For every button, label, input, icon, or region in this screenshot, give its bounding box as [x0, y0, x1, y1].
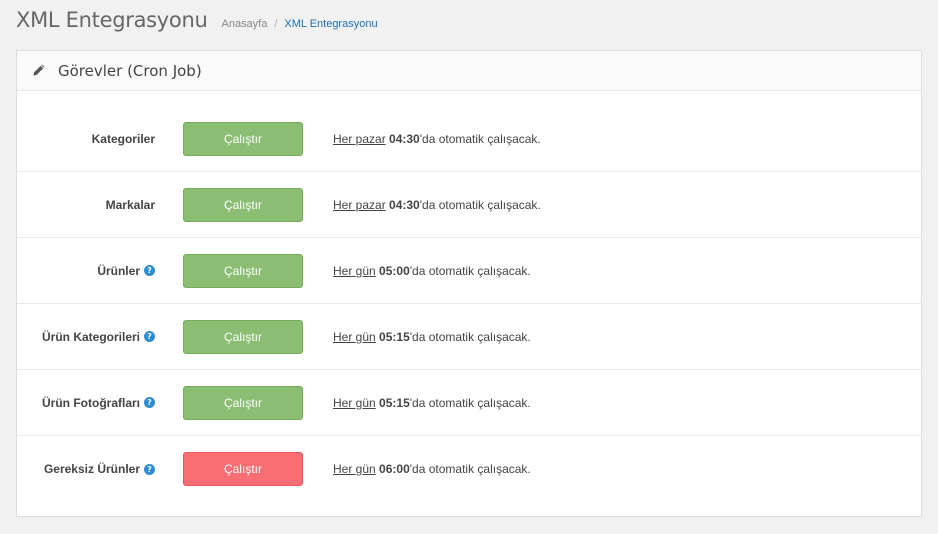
job-label-container: Markalar: [17, 198, 155, 212]
page-title: XML Entegrasyonu: [16, 8, 208, 32]
schedule-suffix: 'da otomatik çalışacak.: [409, 263, 531, 278]
job-row-categories: Kategoriler Çalıştır Her pazar 04:30'da ot…: [17, 106, 921, 172]
schedule-time: 05:15: [379, 329, 410, 344]
job-list: Kategoriler Çalıştır Her pazar 04:30'da ot…: [17, 91, 921, 502]
schedule-suffix: 'da otomatik çalışacak.: [409, 395, 531, 410]
run-button[interactable]: Çalıştır: [183, 452, 303, 486]
schedule-text: Her gün 05:00'da otomatik çalışacak.: [333, 264, 531, 278]
schedule-suffix: 'da otomatik çalışacak.: [409, 462, 531, 476]
schedule-time: 06:00: [379, 462, 410, 476]
schedule-text: Her pazar 04:30'da otomatik çalışacak.: [333, 132, 541, 146]
job-row-unnecessary-products: Gereksiz Ürünler? Çalıştır Her gün 06:00'd…: [17, 436, 921, 502]
breadcrumb: Anasayfa / XML Entegrasyonu: [221, 18, 377, 30]
run-button[interactable]: Çalıştır: [183, 121, 303, 156]
job-row-products: Ürünler? Çalıştır Her gün 05:00'da otomati…: [17, 238, 921, 304]
job-row-product-categories: Ürün Kategorileri? Çalıştır Her gün 05:15'…: [17, 304, 921, 370]
help-icon[interactable]: ?: [144, 463, 155, 475]
job-row-brands: Markalar Çalıştır Her pazar 04:30'da otoma…: [17, 172, 921, 238]
schedule-frequency-link[interactable]: Her pazar: [333, 198, 386, 212]
schedule-frequency-link[interactable]: Her gün: [333, 264, 376, 278]
job-label: Kategoriler: [91, 131, 155, 146]
schedule-text: Her gün 05:15'da otomatik çalışacak.: [333, 396, 531, 410]
schedule-text: Her pazar 04:30'da otomatik çalışacak.: [333, 198, 541, 212]
breadcrumb-separator: /: [274, 18, 278, 30]
schedule-suffix: 'da otomatik çalışacak.: [419, 131, 541, 146]
run-button[interactable]: Çalıştır: [183, 385, 303, 420]
schedule-frequency-link[interactable]: Her gün: [333, 462, 376, 476]
job-label-container: Ürün Kategorileri?: [17, 330, 155, 344]
job-row-product-photos: Ürün Fotoğrafları? Çalıştır Her gün 05:15'…: [17, 370, 921, 436]
help-icon[interactable]: ?: [144, 331, 155, 342]
schedule-text: Her gün 05:15'da otomatik çalışacak.: [333, 330, 531, 344]
help-icon[interactable]: ?: [144, 397, 155, 408]
run-button[interactable]: Çalıştır: [183, 253, 303, 288]
panel-heading: Görevler (Cron Job): [17, 51, 921, 91]
schedule-time: 04:30: [389, 131, 420, 146]
schedule-time: 05:15: [379, 395, 410, 410]
job-label-container: Gereksiz Ürünler?: [17, 462, 155, 476]
schedule-time: 04:30: [389, 197, 420, 212]
breadcrumb-current-link[interactable]: XML Entegrasyonu: [284, 18, 377, 30]
job-label: Markalar: [105, 197, 155, 212]
job-label-container: Kategoriler: [17, 132, 155, 146]
run-button[interactable]: Çalıştır: [183, 319, 303, 354]
job-label-container: Ürünler?: [17, 264, 155, 278]
schedule-frequency-link[interactable]: Her gün: [333, 330, 376, 344]
panel-title: Görevler (Cron Job): [58, 61, 202, 80]
job-label-container: Ürün Fotoğrafları?: [17, 396, 155, 410]
run-button[interactable]: Çalıştır: [183, 187, 303, 222]
job-label: Gereksiz Ürünler: [43, 462, 140, 476]
schedule-suffix: 'da otomatik çalışacak.: [409, 329, 531, 344]
breadcrumb-home-link[interactable]: Anasayfa: [221, 18, 267, 30]
help-icon[interactable]: ?: [144, 265, 155, 276]
cron-jobs-panel: Görevler (Cron Job) Kategoriler Çalıştır H…: [16, 50, 922, 517]
page-header: XML Entegrasyonu Anasayfa / XML Entegras…: [16, 8, 378, 40]
schedule-frequency-link[interactable]: Her pazar: [333, 132, 386, 146]
job-label: Ürün Fotoğrafları: [42, 395, 140, 410]
schedule-suffix: 'da otomatik çalışacak.: [419, 197, 541, 212]
pencil-icon: [32, 63, 48, 79]
schedule-time: 05:00: [379, 263, 410, 278]
schedule-frequency-link[interactable]: Her gün: [333, 396, 376, 410]
job-label: Ürün Kategorileri: [41, 329, 140, 344]
schedule-text: Her gün 06:00'da otomatik çalışacak.: [333, 462, 531, 476]
job-label: Ürünler: [97, 263, 140, 278]
